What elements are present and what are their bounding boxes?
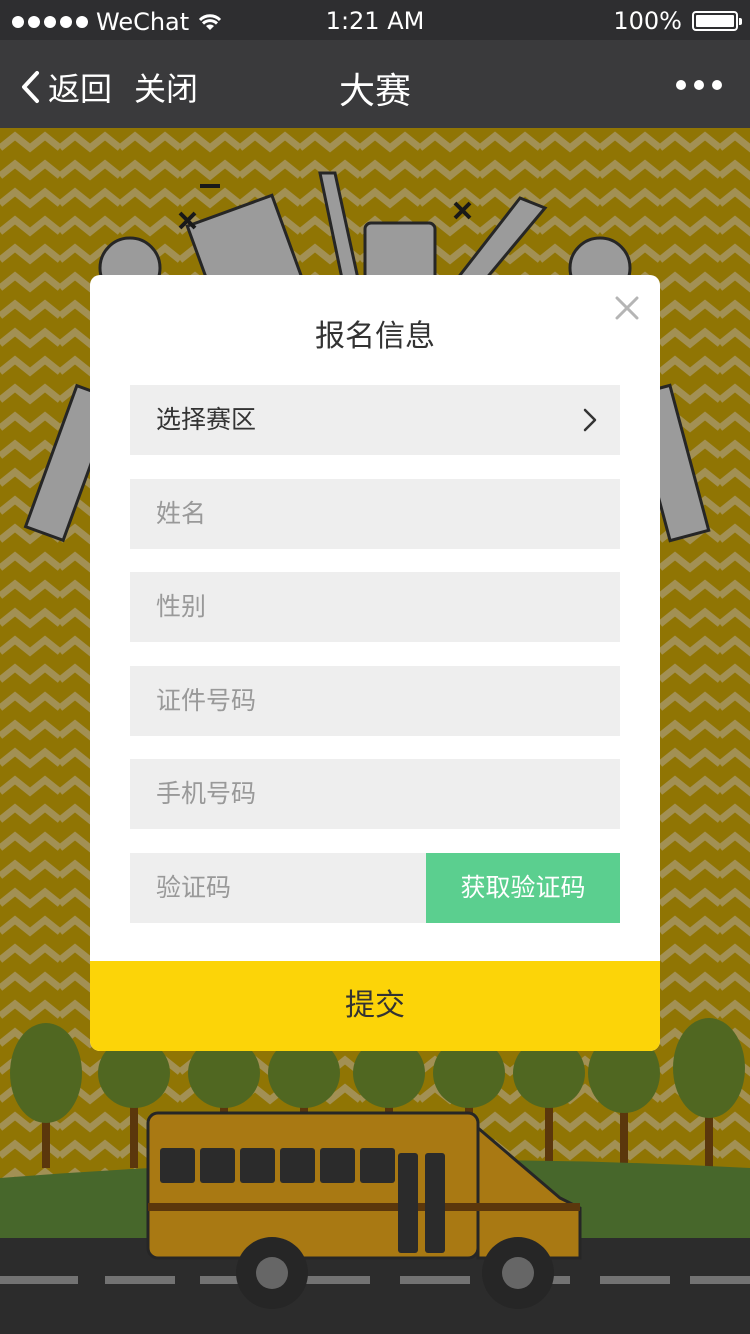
phone-field[interactable]: 手机号码: [130, 759, 620, 829]
modal-title: 报名信息: [315, 319, 435, 354]
gender-field[interactable]: 性别: [130, 572, 620, 642]
region-select[interactable]: 选择赛区: [130, 385, 620, 455]
name-field[interactable]: 姓名: [130, 479, 620, 549]
submit-button[interactable]: 提交: [90, 961, 660, 1051]
nav-bar: 返回 关闭 大赛: [0, 40, 750, 128]
status-bar: WeChat 1:21 AM 100%: [0, 0, 750, 40]
battery-icon: [692, 11, 742, 31]
page-title: 大赛: [338, 71, 411, 112]
status-right: 100%: [613, 7, 742, 35]
close-icon[interactable]: [612, 293, 642, 323]
id-number-field[interactable]: 证件号码: [130, 666, 620, 736]
verification-code-field[interactable]: 验证码: [130, 853, 426, 923]
get-code-button[interactable]: 获取验证码: [426, 853, 620, 923]
chevron-right-icon: [583, 408, 597, 432]
registration-modal: 报名信息 选择赛区 姓名 性别 证件号码 手机号码 验证码 获取验证码 提交: [90, 275, 660, 1051]
battery-percent: 100%: [613, 7, 682, 35]
region-select-label: 选择赛区: [156, 405, 257, 434]
more-menu-button[interactable]: [676, 80, 722, 90]
